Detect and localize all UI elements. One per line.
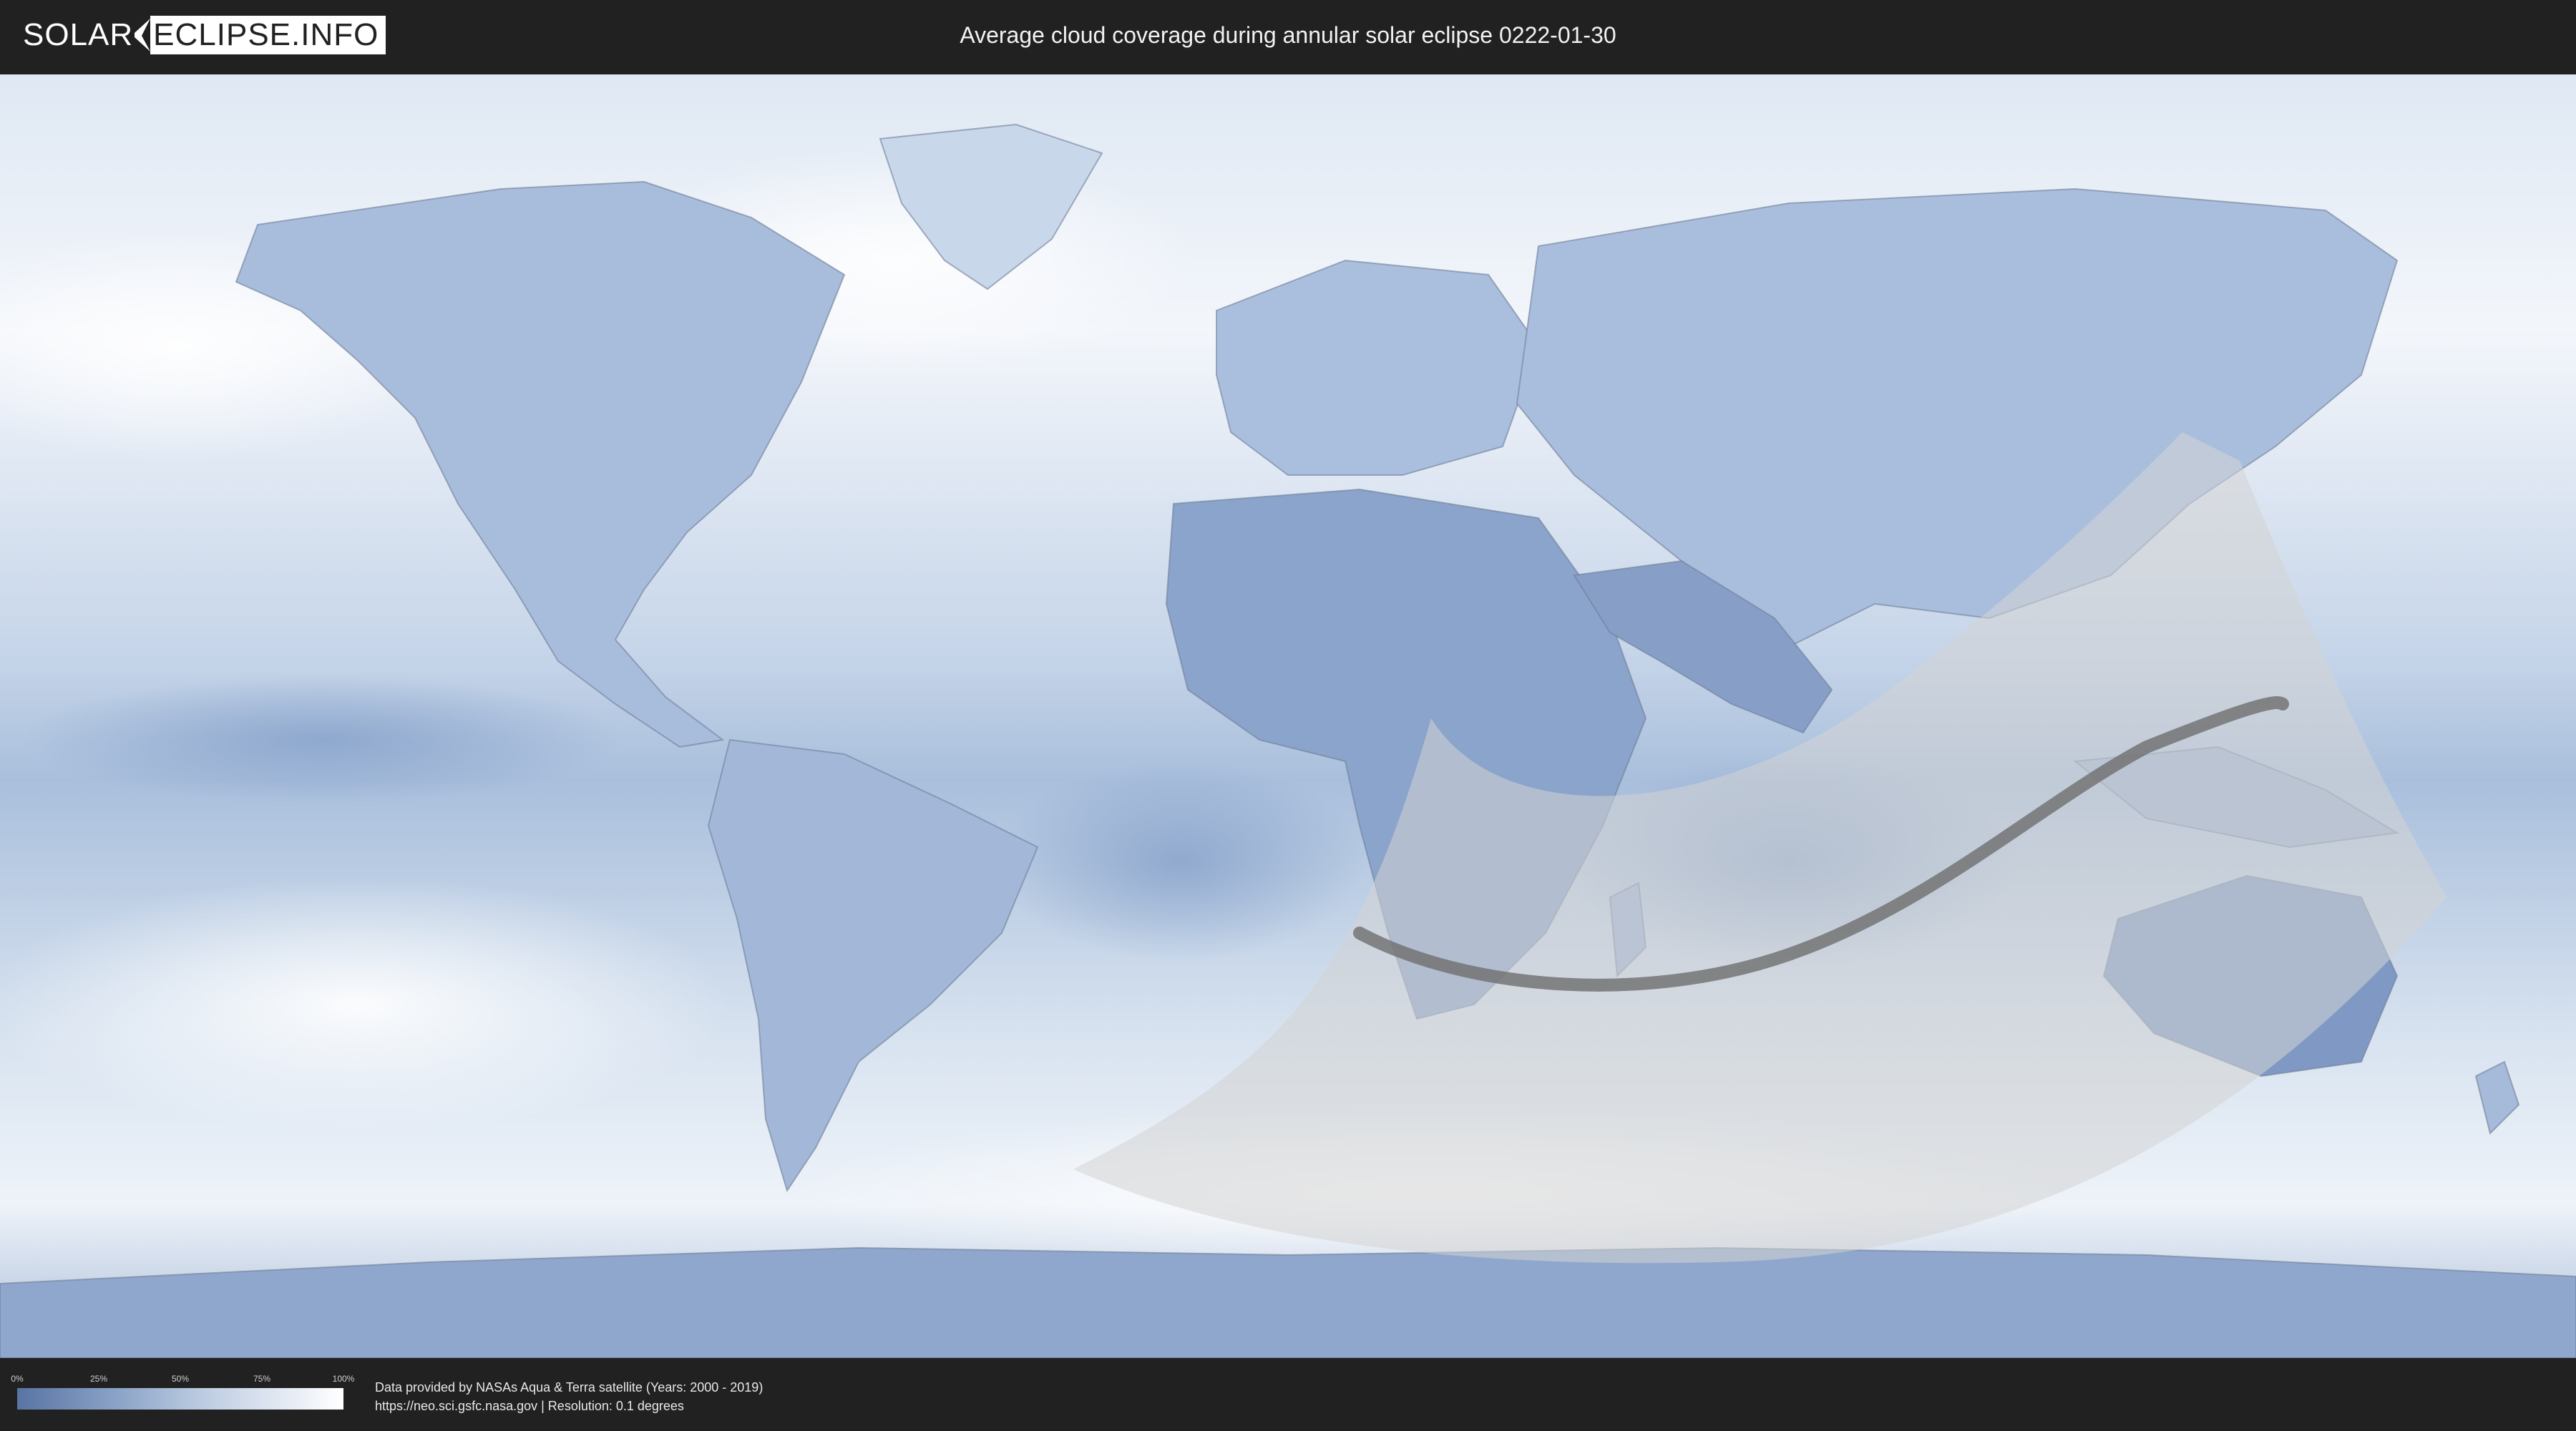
legend-color-bar xyxy=(17,1388,343,1410)
footer-bar: 0% 25% 50% 75% 100% Data provided by NAS… xyxy=(0,1358,2576,1431)
legend-tick-0: 0% xyxy=(11,1374,24,1384)
cloud-coverage-legend: 0% 25% 50% 75% 100% xyxy=(11,1374,354,1410)
page-title: Average cloud coverage during annular so… xyxy=(960,22,1616,48)
legend-tick-75: 75% xyxy=(253,1374,271,1384)
europe xyxy=(1216,259,1540,476)
antarctica xyxy=(0,1246,2576,1358)
data-credits: Data provided by NASAs Aqua & Terra sate… xyxy=(375,1378,763,1415)
cloud-coverage-map[interactable] xyxy=(0,74,2576,1358)
credits-line-url[interactable]: https://neo.sci.gsfc.nasa.gov | Resoluti… xyxy=(375,1397,763,1415)
legend-tick-50: 50% xyxy=(171,1374,190,1384)
clear-band-south-atlantic xyxy=(995,761,1367,962)
clear-band-tropical-pacific xyxy=(21,675,623,804)
legend-tick-100: 100% xyxy=(332,1374,355,1384)
credits-line-source: Data provided by NASAs Aqua & Terra sate… xyxy=(375,1380,763,1395)
legend-tick-25: 25% xyxy=(89,1374,108,1384)
world-map-svg xyxy=(0,74,2576,1358)
legend-ticks: 0% 25% 50% 75% 100% xyxy=(11,1374,354,1388)
header-bar: SOLAR ECLIPSE.INFO Average cloud coverag… xyxy=(0,0,2576,72)
cloud-band-south-pacific xyxy=(0,876,730,1133)
